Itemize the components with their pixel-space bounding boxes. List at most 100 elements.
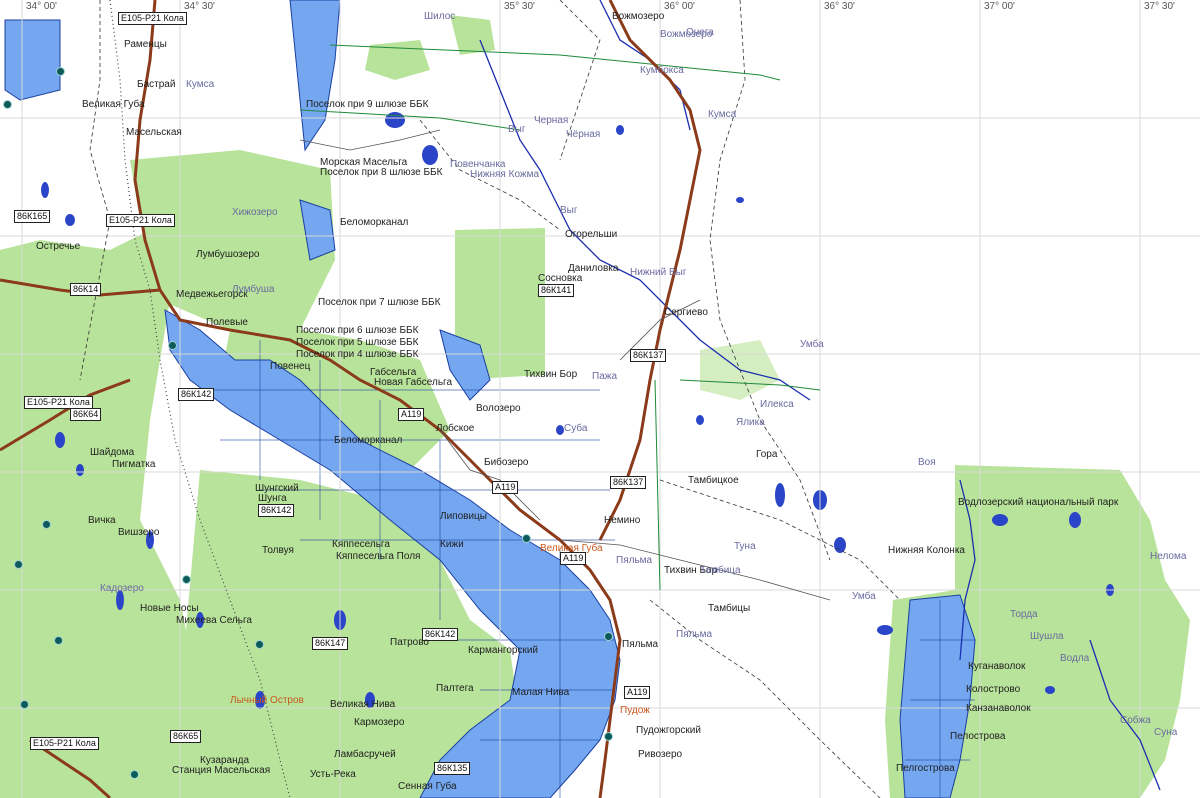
settlement-label: Бибозеро xyxy=(484,457,529,468)
road-shield: E105-P21 Кола xyxy=(30,737,99,750)
water-label: Черная xyxy=(534,115,569,126)
road-shield: 86К147 xyxy=(312,637,349,650)
water-label: Лумбуша xyxy=(232,284,275,295)
coordinate-label: 35° 30' xyxy=(504,1,535,12)
settlement-label: Раменцы xyxy=(124,39,167,50)
settlement-label: Кадозеро xyxy=(100,583,144,594)
settlement-marker xyxy=(604,632,613,641)
water-label: Кумса xyxy=(186,79,215,90)
settlement-marker xyxy=(182,575,191,584)
road-shield: E105-P21 Кола xyxy=(118,12,187,25)
water-label: Водла xyxy=(1060,653,1090,664)
settlement-label: Сергиево xyxy=(664,307,708,318)
coordinate-label: 36° 00' xyxy=(664,1,695,12)
settlement-marker xyxy=(604,732,613,741)
settlement-label: Станция Масельская xyxy=(172,765,271,776)
settlement-marker xyxy=(42,520,51,529)
water-label: Вожмозеро xyxy=(660,29,713,40)
settlement-label: Ламбасручей xyxy=(334,749,396,760)
settlement-label: Великая Губа xyxy=(540,543,603,554)
water-label: Нижний Выг xyxy=(630,267,687,278)
water-label: Тамбица xyxy=(700,565,741,576)
water-label: Илекса xyxy=(760,399,794,410)
settlement-marker xyxy=(14,560,23,569)
settlement-label: Поселок при 8 шлюзе ББК xyxy=(320,167,443,178)
settlement-label: Колострово xyxy=(966,684,1021,695)
road-shield: 86К135 xyxy=(434,762,471,775)
settlement-label: Лобское xyxy=(436,423,475,434)
water-label: Кумса xyxy=(708,109,737,120)
settlement-label: Липовицы xyxy=(440,511,487,522)
settlement-label: Великая Нива xyxy=(330,699,396,710)
settlement-marker xyxy=(522,534,531,543)
settlement-label: Поселок при 6 шлюзе ББК xyxy=(296,325,419,336)
settlement-label: Повенец xyxy=(270,361,311,372)
settlement-label: Хижозеро xyxy=(232,207,278,218)
water-label: Ялика xyxy=(736,417,765,428)
water-label: Шилос xyxy=(424,11,456,22)
settlement-label: Куганаволок xyxy=(968,661,1026,672)
coordinate-label: 34° 00' xyxy=(26,1,57,12)
water-label: Воя xyxy=(918,457,936,468)
road-shield: 86К64 xyxy=(70,408,102,421)
settlement-label: Тамбицы xyxy=(708,603,751,614)
settlement-marker xyxy=(130,770,139,779)
settlement-label: Вожмозеро xyxy=(612,11,665,22)
settlement-label: Вишзеро xyxy=(118,527,160,538)
settlement-label: Нижняя Колонка xyxy=(888,545,965,556)
settlement-label: Тихвин Бор xyxy=(524,369,578,380)
coordinate-label: 37° 30' xyxy=(1144,1,1175,12)
settlement-marker xyxy=(168,341,177,350)
settlement-label: Беломорканал xyxy=(334,435,403,446)
coordinate-label: 34° 30' xyxy=(184,1,215,12)
water-label: Кумбокса xyxy=(640,65,684,76)
settlement-label: Сенная Губа xyxy=(398,781,457,792)
road-shield: 86К141 xyxy=(538,284,575,297)
water-label: Нижняя Кожма xyxy=(470,169,540,180)
settlement-label: Масельская xyxy=(126,127,182,138)
settlement-label: Усть-Река xyxy=(310,769,356,780)
settlement-label: Бастрай xyxy=(137,79,176,90)
road-shield: 86К137 xyxy=(630,349,667,362)
settlement-label: Палтега xyxy=(436,683,474,694)
water-label: Нелома xyxy=(1150,551,1187,562)
settlement-label: Кармангорский xyxy=(468,645,539,656)
water-label: Умба xyxy=(800,339,824,350)
water-label: Туна xyxy=(734,541,756,552)
settlement-label: Поселок при 7 шлюзе ББК xyxy=(318,297,441,308)
road-shield: 86К165 xyxy=(14,210,51,223)
settlement-label: Пудожгорский xyxy=(636,725,701,736)
settlement-label: Волозеро xyxy=(476,403,521,414)
road-shield: 86К142 xyxy=(178,388,215,401)
water-label: Торда xyxy=(1010,609,1038,620)
settlement-label: Поселок при 5 шлюзе ББК xyxy=(296,337,419,348)
settlement-marker xyxy=(3,100,12,109)
water-label: Выг xyxy=(560,205,578,216)
settlement-label: Пяльма xyxy=(622,639,659,650)
settlement-label: Великая Губа xyxy=(82,99,145,110)
settlement-label: Беломорканал xyxy=(340,217,409,228)
settlement-label: Гора xyxy=(756,449,778,460)
settlement-label: Пудож xyxy=(620,705,650,716)
settlement-marker xyxy=(54,636,63,645)
water-label: Шушла xyxy=(1030,631,1064,642)
settlement-label: Сосновка xyxy=(538,273,583,284)
water-label: Пяльма xyxy=(676,629,713,640)
coordinate-label: 37° 00' xyxy=(984,1,1015,12)
road-shield: A119 xyxy=(624,686,651,699)
road-shield: 86К137 xyxy=(610,476,647,489)
settlement-label: Кармозеро xyxy=(354,717,405,728)
settlement-marker xyxy=(255,640,264,649)
settlement-label: Вичка xyxy=(88,515,116,526)
settlement-label: Патрово xyxy=(390,637,429,648)
settlement-label: Малая Нива xyxy=(512,687,570,698)
water-label: Чёрная xyxy=(566,129,601,140)
settlement-label: Кяппесельга xyxy=(332,539,390,550)
settlement-label: Шайдома xyxy=(90,447,135,458)
settlement-label: Шунга xyxy=(258,493,287,504)
water-label: Суна xyxy=(1154,727,1178,738)
settlement-label: Кяппесельга Поля xyxy=(336,551,421,562)
water-label: Умба xyxy=(852,591,876,602)
water-label: Пажа xyxy=(592,371,617,382)
settlement-label: Михеева Сельга xyxy=(176,615,252,626)
